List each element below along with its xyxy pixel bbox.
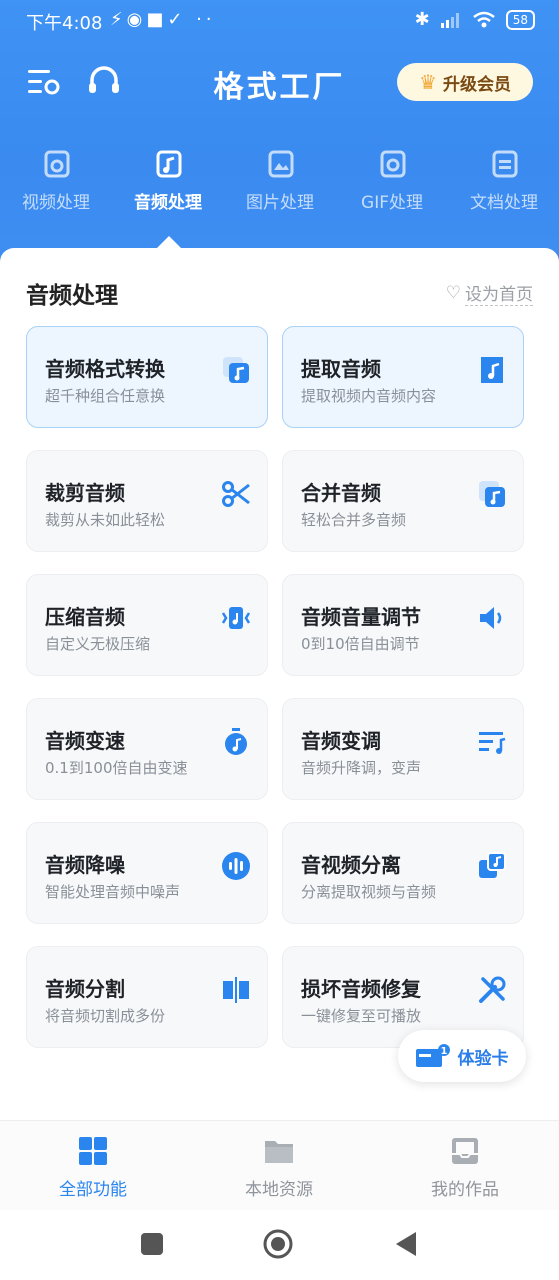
- nav-my-works[interactable]: 我的作品: [372, 1135, 558, 1200]
- card-subtitle: 自定义无极压缩: [45, 635, 151, 653]
- tab-gif[interactable]: GIF处理: [336, 148, 448, 213]
- card-merge-audio[interactable]: 合并音频 轻松合并多音频: [282, 450, 524, 552]
- extract-audio-icon: [481, 357, 503, 383]
- set-home-button[interactable]: ♡ 设为首页: [446, 280, 533, 306]
- merge-icon: [479, 481, 505, 507]
- tab-document[interactable]: 文档处理: [448, 148, 559, 213]
- grid-icon: [79, 1137, 107, 1165]
- separate-icon: [479, 852, 506, 878]
- audio-icon: [156, 150, 182, 178]
- document-icon: [492, 150, 518, 178]
- scissors-icon: [222, 481, 250, 507]
- vip-label: 升级会员: [442, 74, 511, 95]
- trial-label: 体验卡: [457, 1048, 509, 1069]
- signal-icon: [440, 12, 459, 28]
- tab-label: 视频处理: [22, 193, 90, 213]
- home-icon[interactable]: [262, 1228, 294, 1260]
- card-cut-audio[interactable]: 裁剪音频 裁剪从未如此轻松: [26, 450, 268, 552]
- compress-icon: [221, 607, 251, 629]
- card-subtitle: 将音频切割成多份: [45, 1007, 166, 1025]
- nav-label: 我的作品: [431, 1180, 499, 1200]
- set-home-label: 设为首页: [465, 280, 533, 306]
- card-title: 压缩音频: [45, 605, 125, 629]
- tab-audio[interactable]: 音频处理: [112, 148, 224, 213]
- top-bar: 格式工厂 ♛ 升级会员: [0, 50, 559, 114]
- status-time: 下午4:08: [26, 13, 103, 34]
- status-bar: 下午4:08 ⚡◉■✓ ·· ✱ 58: [0, 0, 559, 42]
- card-subtitle: 0.1到100倍自由变速: [45, 759, 188, 777]
- active-tab-indicator: [157, 236, 181, 248]
- system-navigation-bar: [0, 1210, 559, 1280]
- repair-icon: [479, 976, 506, 1003]
- card-audio-convert[interactable]: 音频格式转换 超千种组合任意换: [26, 326, 268, 428]
- header: 下午4:08 ⚡◉■✓ ·· ✱ 58 格式工厂 ♛ 升级会员 视频处理 音频处…: [0, 0, 559, 272]
- card-title: 音频格式转换: [45, 357, 165, 381]
- card-title: 音频音量调节: [301, 605, 421, 629]
- tab-label: 图片处理: [246, 193, 314, 213]
- tab-label: 音频处理: [134, 193, 202, 213]
- battery-icon: 58: [505, 9, 535, 30]
- tab-video[interactable]: 视频处理: [0, 148, 112, 213]
- card-title: 合并音频: [301, 481, 381, 505]
- notification-icons: ⚡◉■✓ ··: [110, 9, 216, 30]
- card-subtitle: 提取视频内音频内容: [301, 387, 437, 405]
- card-title: 损坏音频修复: [301, 977, 421, 1001]
- volume-icon: [480, 607, 502, 629]
- card-extract-audio[interactable]: 提取音频 提取视频内音频内容: [282, 326, 524, 428]
- bluetooth-icon: ✱: [414, 9, 430, 30]
- section-title: 音频处理: [26, 283, 118, 309]
- card-audio-pitch[interactable]: 音频变调 音频升降调，变声: [282, 698, 524, 800]
- card-av-separate[interactable]: 音视频分离 分离提取视频与音频: [282, 822, 524, 924]
- gif-icon: [380, 150, 406, 178]
- audio-panel: 音频处理 ♡ 设为首页 音频格式转换 超千种组合任意换 提取音频 提取视频内音频…: [0, 248, 559, 1120]
- crown-icon: ♛: [419, 70, 437, 94]
- card-title: 提取音频: [301, 357, 381, 381]
- card-volume-adjust[interactable]: 音频音量调节 0到10倍自由调节: [282, 574, 524, 676]
- card-subtitle: 分离提取视频与音频: [301, 883, 437, 901]
- wifi-icon: [472, 11, 495, 27]
- upgrade-vip-button[interactable]: ♛ 升级会员: [397, 63, 533, 101]
- trial-badge: 1: [440, 1046, 447, 1057]
- category-tabs: 视频处理 音频处理 图片处理 GIF处理 文档处理: [0, 148, 559, 238]
- recent-apps-icon[interactable]: [140, 1232, 164, 1256]
- card-audio-split[interactable]: 音频分割 将音频切割成多份: [26, 946, 268, 1048]
- trial-card-button[interactable]: 1 体验卡: [398, 1030, 526, 1082]
- card-subtitle: 一键修复至可播放: [301, 1007, 422, 1025]
- card-audio-speed[interactable]: 音频变速 0.1到100倍自由变速: [26, 698, 268, 800]
- image-icon: [268, 150, 294, 178]
- bottom-navigation: 全部功能 本地资源 我的作品: [0, 1120, 559, 1211]
- pitch-icon: [479, 732, 506, 754]
- card-title: 裁剪音频: [45, 481, 125, 505]
- card-subtitle: 0到10倍自由调节: [301, 635, 420, 653]
- card-title: 音频分割: [45, 977, 125, 1001]
- card-compress-audio[interactable]: 压缩音频 自定义无极压缩: [26, 574, 268, 676]
- tab-image[interactable]: 图片处理: [224, 148, 336, 213]
- nav-label: 本地资源: [245, 1180, 313, 1200]
- nav-label: 全部功能: [59, 1180, 127, 1200]
- audio-convert-icon: [223, 357, 249, 383]
- nav-all-features[interactable]: 全部功能: [0, 1135, 186, 1200]
- card-subtitle: 轻松合并多音频: [301, 511, 407, 529]
- card-subtitle: 裁剪从未如此轻松: [45, 511, 166, 529]
- card-audio-denoise[interactable]: 音频降噪 智能处理音频中噪声: [26, 822, 268, 924]
- card-subtitle: 智能处理音频中噪声: [45, 883, 181, 901]
- card-title: 音视频分离: [301, 853, 401, 877]
- back-icon[interactable]: [394, 1230, 418, 1258]
- folder-icon: [265, 1141, 293, 1163]
- tab-label: GIF处理: [361, 193, 423, 213]
- card-subtitle: 音频升降调，变声: [301, 759, 422, 777]
- denoise-icon: [222, 852, 250, 880]
- video-icon: [44, 150, 70, 178]
- card-ticket-icon: 1: [415, 1044, 450, 1067]
- card-subtitle: 超千种组合任意换: [45, 387, 166, 405]
- nav-local-resources[interactable]: 本地资源: [186, 1135, 372, 1200]
- card-title: 音频变调: [301, 729, 381, 753]
- card-title: 音频降噪: [45, 853, 125, 877]
- split-icon: [223, 977, 249, 1003]
- tab-label: 文档处理: [470, 193, 538, 213]
- stopwatch-icon: [225, 728, 247, 755]
- heart-icon: ♡: [445, 283, 461, 303]
- card-title: 音频变速: [45, 729, 125, 753]
- inbox-icon: [452, 1138, 478, 1164]
